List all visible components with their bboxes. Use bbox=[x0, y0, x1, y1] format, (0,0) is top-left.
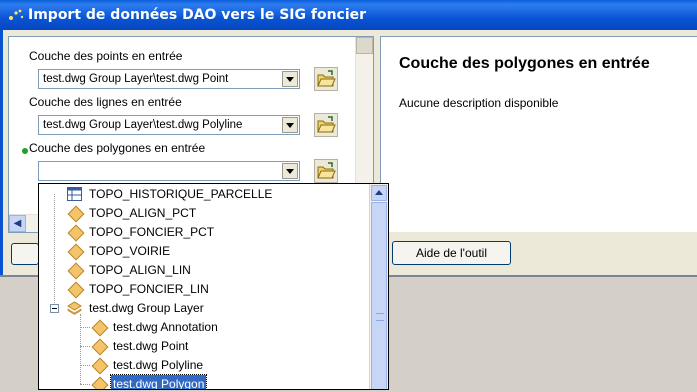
ok-button[interactable] bbox=[11, 243, 39, 265]
tool-help-button[interactable]: Aide de l'outil bbox=[392, 241, 511, 265]
points-label: Couche des points en entrée bbox=[29, 49, 183, 63]
lines-value: test.dwg Group Layer\test.dwg Polyline bbox=[43, 119, 243, 131]
list-item-label: TOPO_HISTORIQUE_PARCELLE bbox=[89, 187, 273, 201]
browse-polygons-button[interactable] bbox=[314, 159, 338, 183]
layer-diamond-icon bbox=[67, 224, 85, 242]
folder-open-icon bbox=[317, 70, 336, 87]
tree-line bbox=[54, 194, 55, 309]
scroll-thumb[interactable] bbox=[371, 202, 387, 389]
scroll-up-button[interactable] bbox=[356, 37, 373, 54]
title-bar: Import de données DAO vers le SIG foncie… bbox=[0, 0, 697, 30]
layer-diamond-icon bbox=[91, 319, 109, 337]
list-item-label: test.dwg Point bbox=[113, 339, 189, 353]
app-icon bbox=[9, 9, 24, 20]
layer-diamond-icon bbox=[91, 376, 109, 389]
help-description: Aucune description disponible bbox=[399, 96, 559, 110]
help-pane: Couche des polygones en entrée Aucune de… bbox=[380, 36, 697, 232]
window-title: Import de données DAO vers le SIG foncie… bbox=[28, 7, 367, 23]
scroll-left-button[interactable]: ◀ bbox=[9, 215, 26, 232]
layer-dropdown-list[interactable]: TOPO_HISTORIQUE_PARCELLE TOPO_ALIGN_PCT … bbox=[38, 183, 389, 390]
layer-diamond-icon bbox=[67, 205, 85, 223]
layer-diamond-icon bbox=[91, 338, 109, 356]
tree-line bbox=[80, 365, 90, 366]
browse-lines-button[interactable] bbox=[314, 113, 338, 137]
group-layer-icon bbox=[67, 301, 82, 315]
tree-line bbox=[80, 384, 90, 385]
polygons-label: Couche des polygones en entrée bbox=[29, 141, 206, 155]
dropdown-scrollbar[interactable] bbox=[369, 184, 388, 389]
lines-label: Couche des lignes en entrée bbox=[29, 95, 182, 109]
list-item-label: test.dwg Polyline bbox=[113, 358, 204, 372]
list-item-label: test.dwg Group Layer bbox=[89, 301, 204, 315]
list-item-label: TOPO_ALIGN_LIN bbox=[89, 263, 191, 277]
list-item-label: TOPO_ALIGN_PCT bbox=[89, 206, 197, 220]
tree-line bbox=[80, 327, 90, 328]
list-item-label: TOPO_VOIRIE bbox=[89, 244, 171, 258]
list-item-label: test.dwg Polygon bbox=[109, 374, 208, 389]
scroll-up-button[interactable] bbox=[371, 185, 387, 201]
tree-line bbox=[80, 346, 90, 347]
folder-open-icon bbox=[317, 116, 336, 133]
list-item-label: TOPO_FONCIER_PCT bbox=[89, 225, 215, 239]
chevron-down-icon[interactable] bbox=[282, 163, 298, 179]
lines-combo[interactable]: test.dwg Group Layer\test.dwg Polyline bbox=[38, 115, 300, 135]
chevron-down-icon[interactable] bbox=[282, 117, 298, 133]
table-icon bbox=[67, 187, 82, 201]
polygons-combo[interactable] bbox=[38, 161, 300, 181]
layer-diamond-icon bbox=[91, 357, 109, 375]
tree-line bbox=[80, 314, 81, 384]
layer-diamond-icon bbox=[67, 243, 85, 261]
list-item-label: test.dwg Annotation bbox=[113, 320, 218, 334]
help-title: Couche des polygones en entrée bbox=[399, 55, 650, 72]
folder-open-icon bbox=[317, 162, 336, 179]
points-combo[interactable]: test.dwg Group Layer\test.dwg Point bbox=[38, 69, 300, 89]
horizontal-scrollbar[interactable]: ◀ bbox=[9, 214, 39, 232]
layer-diamond-icon bbox=[67, 281, 85, 299]
browse-points-button[interactable] bbox=[314, 67, 338, 91]
chevron-down-icon[interactable] bbox=[282, 71, 298, 87]
points-value: test.dwg Group Layer\test.dwg Point bbox=[43, 73, 229, 85]
required-dot-icon bbox=[22, 148, 28, 154]
list-item-label: TOPO_FONCIER_LIN bbox=[89, 282, 209, 296]
collapse-toggle-icon[interactable] bbox=[50, 304, 59, 313]
layer-diamond-icon bbox=[67, 262, 85, 280]
